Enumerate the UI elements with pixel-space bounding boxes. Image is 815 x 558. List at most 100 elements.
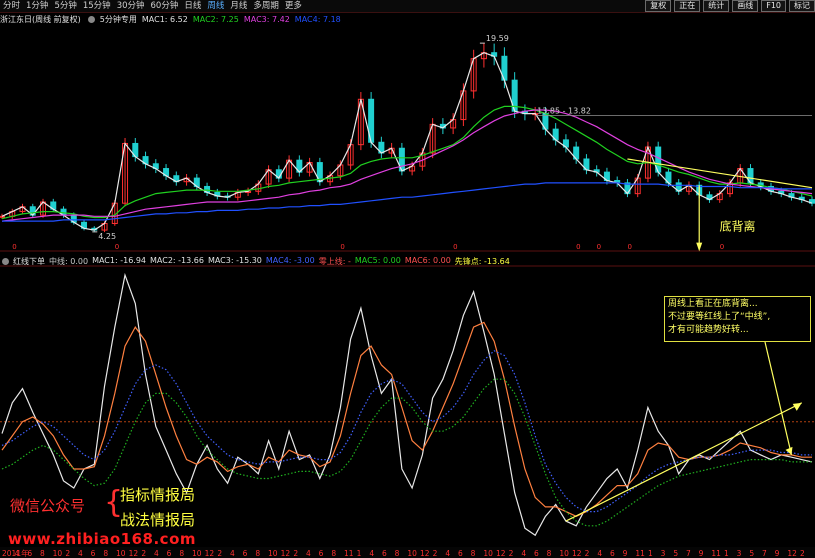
indicator-dot-icon[interactable] [87, 15, 95, 23]
lower-value-6: MAC5: 0.00 [354, 255, 401, 265]
tab-period-9[interactable]: 多周期 [250, 0, 282, 12]
candle-body [327, 175, 334, 183]
signal-mark-6: 0 [627, 243, 631, 251]
candle-body [19, 206, 26, 213]
tab-period-1[interactable]: 1分钟 [23, 0, 51, 12]
toolbar-button-1[interactable]: 正在 [674, 0, 701, 12]
upper-series [1, 52, 813, 231]
tab-period-10[interactable]: 更多 [282, 0, 305, 12]
x-tick-label-10: 12 [129, 549, 139, 558]
x-tick-label-43: 8 [547, 549, 552, 558]
lower-value-8: 先锋点: -13.64 [454, 256, 510, 266]
candle-body [460, 90, 467, 121]
lower-value-0: 中线: 0.00 [49, 256, 89, 266]
x-tick-label-55: 9 [699, 549, 704, 558]
indicator-name[interactable]: 5分钟专用 [100, 14, 137, 25]
upper-series-MAC2 [1, 105, 813, 220]
period-toolbar: 分时 1分钟 5分钟 15分钟 30分钟 60分钟 日线 周线 月线 多周期 更多 复权 正在 统计 画线… [0, 0, 815, 13]
x-tick-label-12: 4 [154, 549, 159, 558]
x-tick-label-62: 12 [787, 549, 797, 558]
x-tick-label-44: 10 [559, 549, 569, 558]
candle-body [286, 159, 293, 179]
upper-series-MAC1 [1, 52, 813, 231]
tab-period-0[interactable]: 分时 [0, 0, 23, 12]
x-tick-label-54: 7 [686, 549, 691, 558]
x-tick-label-8: 8 [103, 549, 108, 558]
candle-body [347, 144, 354, 166]
x-tick-label-14: 8 [179, 549, 184, 558]
candle-body [798, 196, 805, 201]
x-tick-label-38: 10 [483, 549, 493, 558]
watermark-name-1: 指标情报局 [120, 486, 196, 504]
x-tick-label-59: 5 [749, 549, 754, 558]
tab-period-8[interactable]: 月线 [227, 0, 250, 12]
candle-body [778, 190, 785, 195]
lower-indicator-label[interactable]: 红线下单 [13, 256, 45, 267]
toolbar-button-4[interactable]: F10 [761, 0, 786, 12]
tab-period-4[interactable]: 30分钟 [114, 0, 148, 12]
note-pointer [764, 341, 793, 455]
tab-period-6[interactable]: 日线 [181, 0, 204, 12]
x-tick-label-52: 3 [661, 549, 666, 558]
toolbar-button-2[interactable]: 统计 [703, 0, 730, 12]
mac-value-2: MAC3: 7.42 [243, 14, 290, 24]
watermark-url: www.zhibiao168.com [8, 530, 197, 548]
note-line-2: 才有可能趋势好转... [668, 325, 749, 335]
candle-body [0, 215, 5, 218]
x-tick-label-23: 2 [293, 549, 298, 558]
upper-series-MAC4 [2, 182, 812, 222]
candle-body [152, 163, 159, 170]
candle-body [275, 169, 282, 179]
candle-body [429, 123, 436, 154]
candle-body [306, 162, 313, 173]
tab-period-5[interactable]: 60分钟 [148, 0, 182, 12]
toolbar-button-5[interactable]: 标记 [789, 0, 815, 12]
signal-mark-4: 0 [576, 243, 580, 251]
candle-body [480, 52, 487, 60]
watermark-name-2: 战法情报局 [120, 511, 196, 529]
x-tick-label-2: 6 [27, 549, 32, 558]
signal-mark-3: 0 [453, 243, 457, 251]
mac-value-1: MAC2: 7.25 [192, 14, 239, 24]
x-tick-label-15: 10 [192, 549, 202, 558]
lower-values: 中线: 0.00 MAC1: -16.94 MAC2: -13.66 MAC3: -1… [49, 256, 514, 267]
tab-period-2[interactable]: 5分钟 [51, 0, 79, 12]
x-tick-label-46: 2 [585, 549, 590, 558]
mac-values: MAC1: 6.52 MAC2: 7.25 MAC3: 7.42 MAC4: 7.18 [142, 15, 346, 24]
signal-mark-1: 0 [115, 243, 119, 251]
indicator-dot-icon[interactable] [2, 257, 9, 265]
x-tick-label-11: 2 [141, 549, 146, 558]
candle-body [655, 146, 662, 173]
candle-body [91, 227, 98, 231]
candle-body [439, 123, 446, 129]
tab-period-7[interactable]: 周线 [204, 0, 227, 12]
candle-body [767, 185, 774, 192]
chart-canvas[interactable]: 19.594.2513.85 - 13.82底背离0 0 0 0 0 0 0 0 2011年4… [0, 0, 815, 558]
candle-body [726, 182, 733, 195]
x-tick-label-50: 11 [635, 549, 645, 558]
x-axis-band [0, 547, 815, 558]
low-label: 4.25 [98, 232, 116, 241]
x-tick-label-3: 8 [40, 549, 45, 558]
x-tick-label-21: 10 [268, 549, 278, 558]
candle-body [696, 184, 703, 196]
toolbar-button-3[interactable]: 画线 [732, 0, 759, 12]
x-tick-label-60: 7 [762, 549, 767, 558]
x-tick-label-47: 4 [597, 549, 602, 558]
candle-body [101, 223, 108, 231]
mac-value-0: MAC1: 6.52 [141, 14, 188, 24]
candle-body [142, 156, 149, 165]
candle-body [511, 79, 518, 112]
x-tick-label-56: 11 [711, 549, 721, 558]
x-tick-label-24: 4 [306, 549, 311, 558]
watermark-account-label: 微信公众号 [10, 497, 86, 515]
tab-period-3[interactable]: 15分钟 [80, 0, 114, 12]
lower-value-1: MAC1: -16.94 [92, 255, 146, 265]
candle-body [357, 98, 364, 146]
toolbar-button-0[interactable]: 复权 [645, 0, 672, 12]
candle-body [163, 168, 170, 177]
candle-body [9, 211, 16, 217]
candle-body [50, 201, 57, 210]
x-tick-label-25: 6 [319, 549, 324, 558]
lower-indicator-legend: 红线下单 中线: 0.00 MAC1: -16.94 MAC2: -13.66 MAC… [0, 255, 514, 267]
